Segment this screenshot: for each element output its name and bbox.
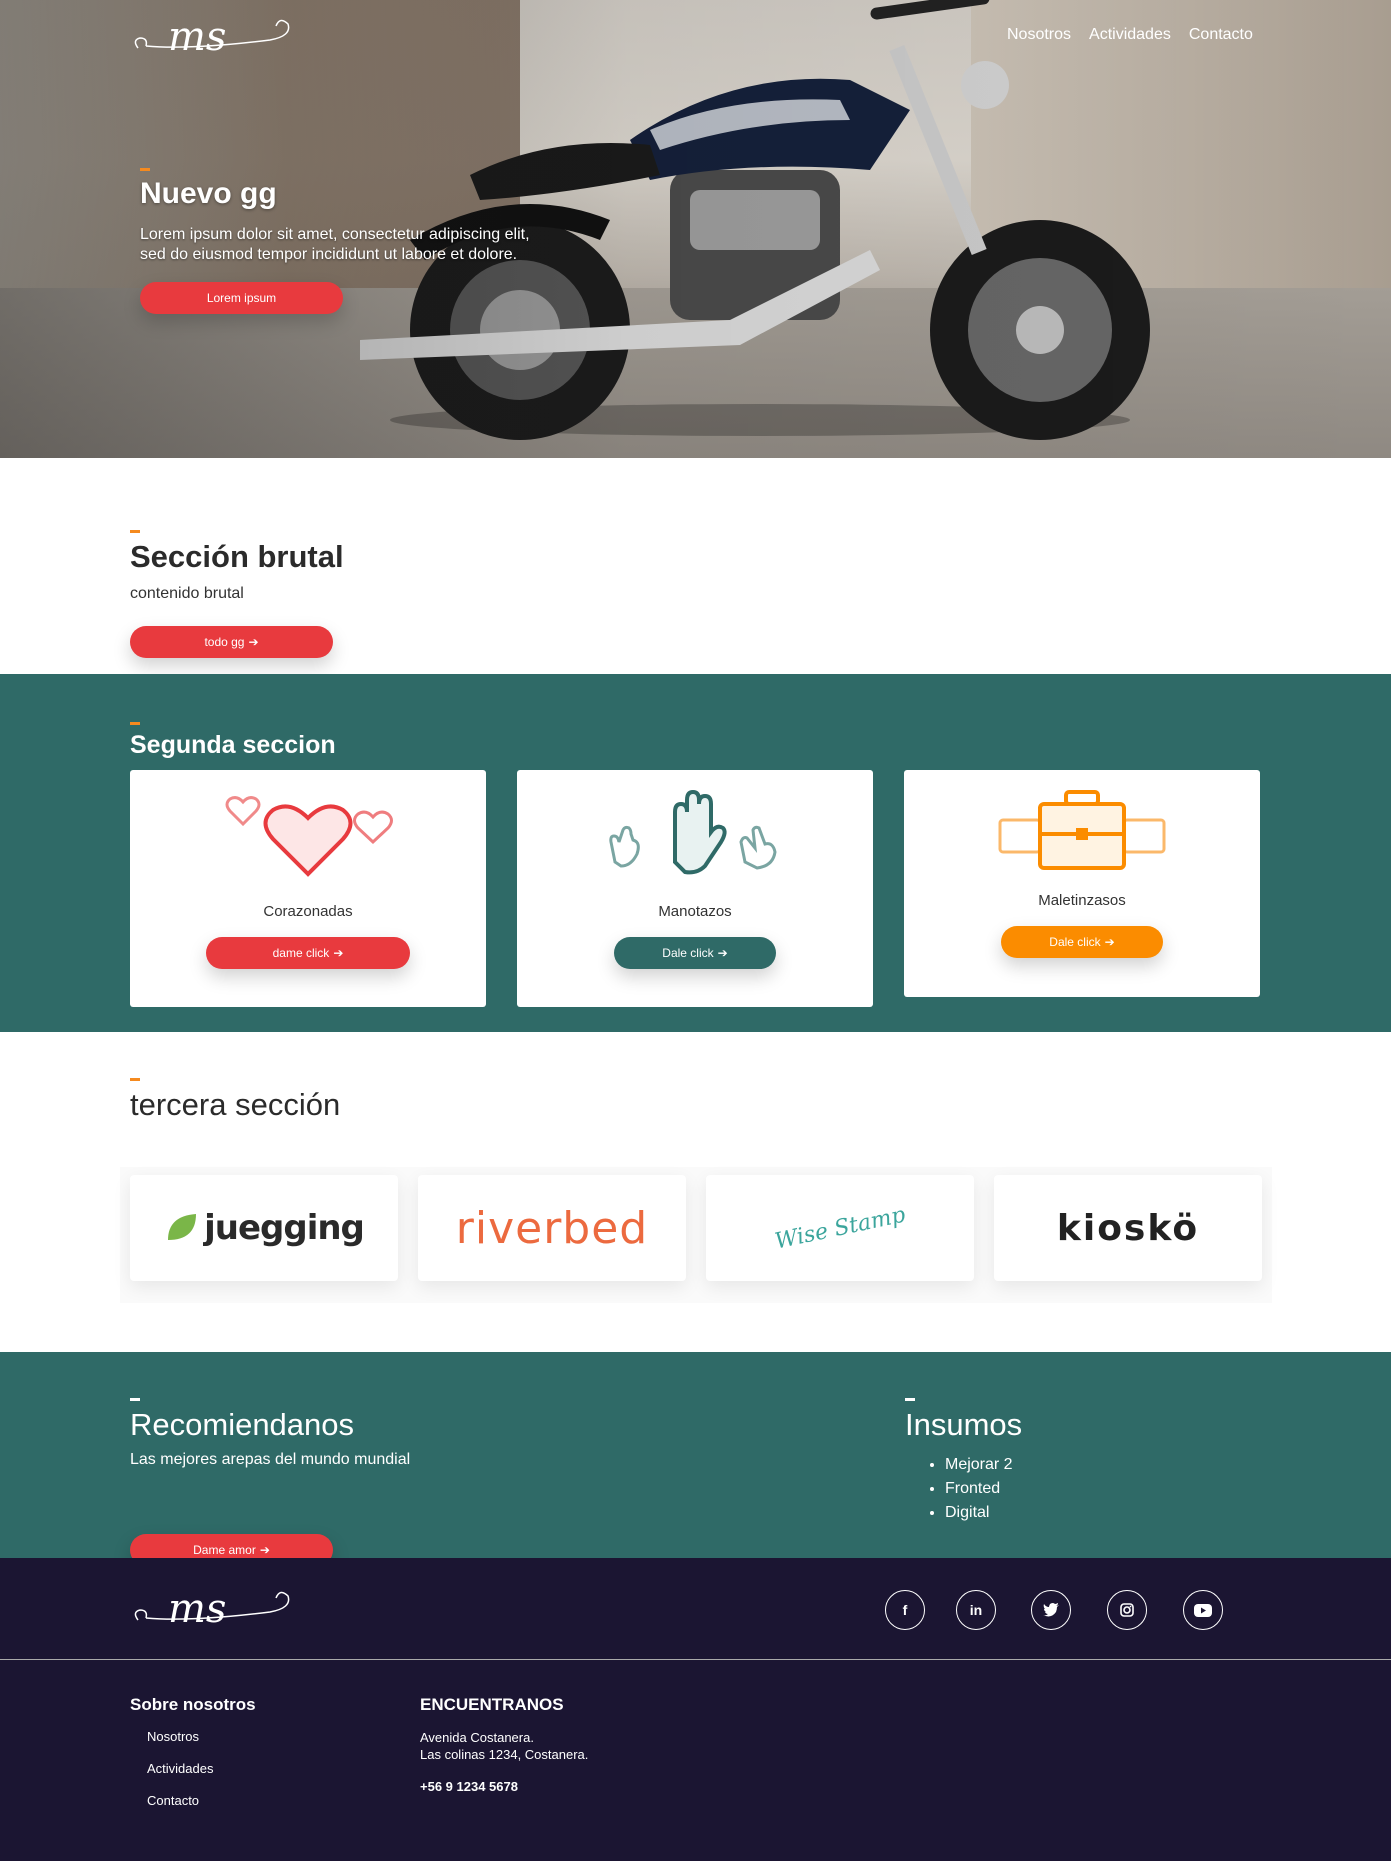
list-item: Mejorar 2	[945, 1453, 1022, 1477]
card-manotazos: Manotazos Dale click ➔	[517, 770, 873, 1007]
card-button-label: dame click	[272, 946, 330, 960]
nav-nosotros[interactable]: Nosotros	[1007, 26, 1071, 44]
section-recomiendanos: Recomiendanos Las mejores arepas del mun…	[0, 1352, 1391, 1566]
hero-content: Nuevo gg Lorem ipsum dolor sit amet, con…	[140, 168, 600, 265]
insumos-list: Mejorar 2 Fronted Digital	[905, 1453, 1022, 1525]
list-item: Digital	[945, 1501, 1022, 1525]
accent-bar	[130, 1078, 140, 1081]
hero-text-line2: sed do eiusmod tempor incididunt ut labo…	[140, 246, 518, 263]
footer-col-sobre-nosotros: Sobre nosotros Nosotros Actividades Cont…	[130, 1695, 256, 1825]
recomiendanos-text: Las mejores arepas del mundo mundial	[130, 1451, 411, 1468]
footer-link-nosotros[interactable]: Nosotros	[147, 1729, 256, 1744]
arrow-right-icon: ➔	[333, 946, 344, 960]
accent-bar	[140, 168, 150, 171]
card-maletinzasos: Maletinzasos Dale click ➔	[904, 770, 1260, 997]
briefcase-icon	[998, 790, 1166, 870]
hero-text-line1: Lorem ipsum dolor sit amet, consectetur …	[140, 226, 530, 243]
brand-logo[interactable]: ms	[130, 10, 295, 60]
card-label: Corazonadas	[263, 903, 353, 920]
accent-bar	[130, 530, 140, 533]
card-button-dale-click[interactable]: Dale click ➔	[614, 937, 776, 969]
footer-divider	[0, 1659, 1391, 1660]
logo-wisestamp-text: Wise Stamp	[772, 1201, 908, 1255]
address-line1: Avenida Costanera.	[420, 1730, 534, 1745]
recomiendanos-title: Recomiendanos	[130, 1407, 355, 1442]
hero-button[interactable]: Lorem ipsum	[140, 282, 343, 314]
accent-bar	[905, 1398, 915, 1401]
juegging-leaf-icon	[168, 1214, 197, 1240]
logo-juegging[interactable]: juegging	[130, 1175, 398, 1281]
card-button-dale-click[interactable]: Dale click ➔	[1001, 926, 1163, 958]
arrow-right-icon: ➔	[248, 635, 259, 649]
footer-logo-text: ms	[168, 1586, 226, 1632]
footer-col1-title: Sobre nosotros	[130, 1695, 256, 1714]
card-button-dame-click[interactable]: dame click ➔	[206, 937, 410, 969]
hearts-icon	[225, 796, 393, 877]
footer-link-actividades[interactable]: Actividades	[147, 1761, 256, 1776]
hero-button-label: Lorem ipsum	[206, 291, 277, 305]
arrow-right-icon: ➔	[259, 1543, 270, 1557]
arrow-right-icon: ➔	[1104, 935, 1115, 949]
dame-amor-button-label: Dame amor	[193, 1543, 256, 1557]
logo-riverbed-text: riverbed	[455, 1202, 649, 1254]
hero-banner: ms Nosotros Actividades Contacto Nuevo g…	[0, 0, 1391, 458]
main-nav: Nosotros Actividades Contacto	[1007, 26, 1253, 44]
logo-kiosko[interactable]: kioskö	[994, 1175, 1262, 1281]
logo-wisestamp[interactable]: Wise Stamp	[706, 1175, 974, 1281]
card-corazonadas: Corazonadas dame click ➔	[130, 770, 486, 1007]
section1-button-label: todo gg	[204, 635, 245, 649]
insumos-title: Insumos	[905, 1407, 1023, 1442]
card-label: Manotazos	[658, 903, 732, 920]
section-brutal: Sección brutal contenido brutal todo gg …	[0, 458, 1391, 674]
partner-logos: juegging riverbed Wise Stamp kioskö	[120, 1167, 1272, 1303]
nav-actividades[interactable]: Actividades	[1089, 26, 1171, 44]
logo-kiosko-text: kioskö	[1056, 1207, 1200, 1249]
logo-juegging-text: juegging	[204, 1208, 365, 1248]
footer-link-contacto[interactable]: Contacto	[147, 1793, 256, 1808]
youtube-icon[interactable]	[1183, 1590, 1223, 1630]
address-line2: Las colinas 1234, Costanera.	[420, 1747, 589, 1762]
footer-logo[interactable]: ms	[130, 1582, 295, 1632]
card-button-label: Dale click	[1049, 935, 1101, 949]
card-button-label: Dale click	[662, 946, 714, 960]
accent-bar	[130, 1398, 140, 1401]
section1-text: contenido brutal	[130, 585, 244, 602]
section1-button[interactable]: todo gg ➔	[130, 626, 333, 658]
list-item: Fronted	[945, 1477, 1022, 1501]
logo-riverbed[interactable]: riverbed	[418, 1175, 686, 1281]
instagram-icon[interactable]	[1107, 1590, 1147, 1630]
linkedin-icon[interactable]: in	[956, 1590, 996, 1630]
nav-contacto[interactable]: Contacto	[1189, 26, 1253, 44]
brand-logo-text: ms	[168, 14, 226, 60]
section-tercera: tercera sección juegging riverbed Wise S…	[0, 1032, 1391, 1352]
hero-title: Nuevo gg	[140, 177, 277, 210]
phone-number: +56 9 1234 5678	[420, 1779, 518, 1794]
section1-title: Sección brutal	[130, 539, 344, 574]
twitter-icon[interactable]	[1031, 1590, 1071, 1630]
site-footer: ms f in Sobre nosotros Nosotros Activida…	[0, 1558, 1391, 1861]
footer-col-encuentranos: ENCUENTRANOS Avenida Costanera. Las coli…	[420, 1695, 588, 1794]
accent-bar	[130, 722, 140, 725]
section3-title: tercera sección	[130, 1087, 341, 1122]
section2-title: Segunda seccion	[130, 731, 336, 759]
footer-col2-title: ENCUENTRANOS	[420, 1695, 564, 1714]
hands-icon	[609, 789, 777, 875]
facebook-icon[interactable]: f	[885, 1590, 925, 1630]
arrow-right-icon: ➔	[717, 946, 728, 960]
section-segunda: Segunda seccion Corazonadas dame click ➔…	[0, 674, 1391, 1032]
card-label: Maletinzasos	[1038, 892, 1126, 909]
